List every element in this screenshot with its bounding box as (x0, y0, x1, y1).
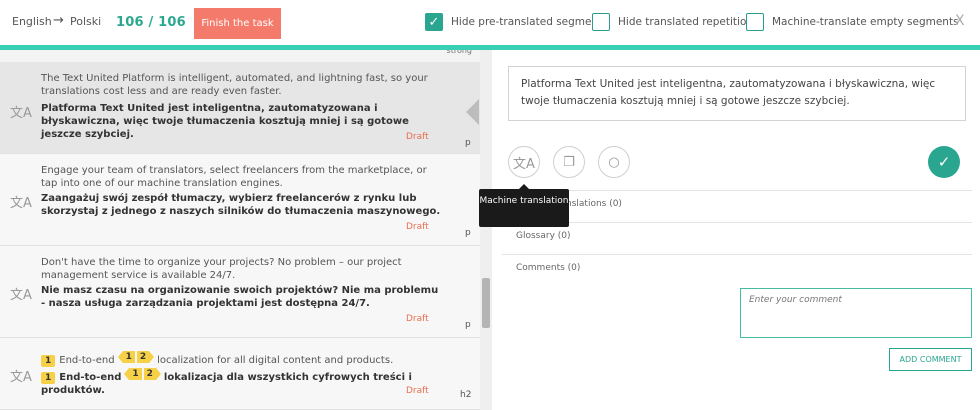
segment-text: End-to-end (59, 372, 122, 383)
segment-row[interactable]: 文A Don't have the time to organize your … (0, 246, 480, 338)
source-language: English (12, 15, 52, 28)
segment-target: Nie masz czasu na organizowanie swoich p… (41, 285, 439, 309)
checkbox-icon[interactable] (746, 13, 764, 31)
segment-row[interactable]: 文A Engage your team of translators, sele… (0, 154, 480, 246)
target-language: Polski (70, 15, 102, 28)
close-icon[interactable]: X (955, 13, 965, 29)
segment-target: Platforma Text United jest inteligentna,… (41, 103, 409, 140)
status-badge: Draft (406, 222, 429, 232)
status-badge: Draft (406, 314, 429, 324)
status-badge: Draft (406, 386, 429, 396)
scroll-thumb[interactable] (482, 278, 490, 328)
add-comment-button[interactable]: ADD COMMENT (889, 348, 972, 371)
segment-text: End-to-end (59, 355, 115, 366)
segment-target: Zaangażuj swój zespół tłumaczy, wybierz … (41, 193, 441, 217)
copy-icon[interactable]: ❐ (553, 146, 585, 178)
glossary-section[interactable]: Glossary (0) (492, 231, 972, 241)
divider (502, 190, 972, 191)
comment-icon[interactable]: ○ (598, 146, 630, 178)
option-label: Hide translated repetitions (618, 16, 759, 28)
scrollbar[interactable] (480, 50, 492, 410)
segment-row[interactable]: 文A 1 End-to-end 1 2 localization for all dig… (0, 338, 480, 410)
translate-icon: 文A (10, 288, 32, 303)
segment-text: localization for all digital content and… (157, 355, 394, 366)
translate-icon: 文A (10, 370, 32, 385)
arrow-right-icon: → (53, 13, 64, 28)
active-segment-indicator (466, 99, 479, 125)
tag-label: p (465, 228, 471, 238)
status-badge: Draft (406, 132, 429, 142)
option-label: Hide pre-translated segments (451, 16, 608, 28)
divider (502, 222, 972, 223)
tag-label: p (465, 138, 471, 148)
checkbox-icon[interactable] (592, 13, 610, 31)
option-hide-pretranslated[interactable]: ✓ Hide pre-translated segments (425, 13, 608, 31)
target-editor[interactable]: Platforma Text United jest inteligentna,… (508, 66, 966, 121)
segment-list: strong 文A The Text United Platform is in… (0, 50, 480, 410)
translate-icon: 文A (10, 106, 32, 121)
translate-icon[interactable]: 文A (508, 146, 540, 178)
comments-section[interactable]: Comments (0) (492, 263, 972, 273)
checkbox-checked-icon[interactable]: ✓ (425, 13, 443, 31)
segment-target: 1 End-to-end 1 2 lokalizacja dla wszystkich … (41, 368, 441, 397)
segment-progress: 106 / 106 (116, 15, 186, 30)
option-label: Machine-translate empty segments (772, 16, 959, 28)
finish-task-button[interactable]: Finish the task (194, 8, 281, 39)
inline-tag[interactable]: 1 (41, 355, 56, 367)
tag-label: h2 (460, 390, 472, 400)
check-icon[interactable]: ✓ (928, 146, 960, 178)
segment-source: Engage your team of translators, select … (41, 165, 427, 189)
translate-icon: 文A (10, 196, 32, 211)
comment-input[interactable] (740, 288, 972, 338)
editor-panel: Platforma Text United jest inteligentna,… (479, 50, 980, 410)
tag-label: strong (446, 50, 472, 55)
option-machine-translate-empty[interactable]: Machine-translate empty segments (746, 13, 959, 31)
segment-source: 1 End-to-end 1 2 localization for all digita… (41, 351, 441, 367)
machine-translation-tooltip: Machine translation (479, 184, 569, 227)
inline-tag[interactable]: 1 (41, 372, 56, 384)
inline-tag-pair[interactable]: 12 (117, 351, 155, 363)
top-bar: English → Polski 106 / 106 Finish the ta… (0, 0, 980, 45)
segment-source: The Text United Platform is intelligent,… (41, 73, 428, 97)
divider (502, 254, 972, 255)
inline-tag-pair[interactable]: 12 (124, 368, 161, 380)
segment-source: Don't have the time to organize your pro… (41, 257, 402, 281)
tag-label: p (465, 320, 471, 330)
segment-row[interactable]: 文A The Text United Platform is intellige… (0, 62, 480, 154)
option-hide-repetitions[interactable]: Hide translated repetitions (592, 13, 759, 31)
